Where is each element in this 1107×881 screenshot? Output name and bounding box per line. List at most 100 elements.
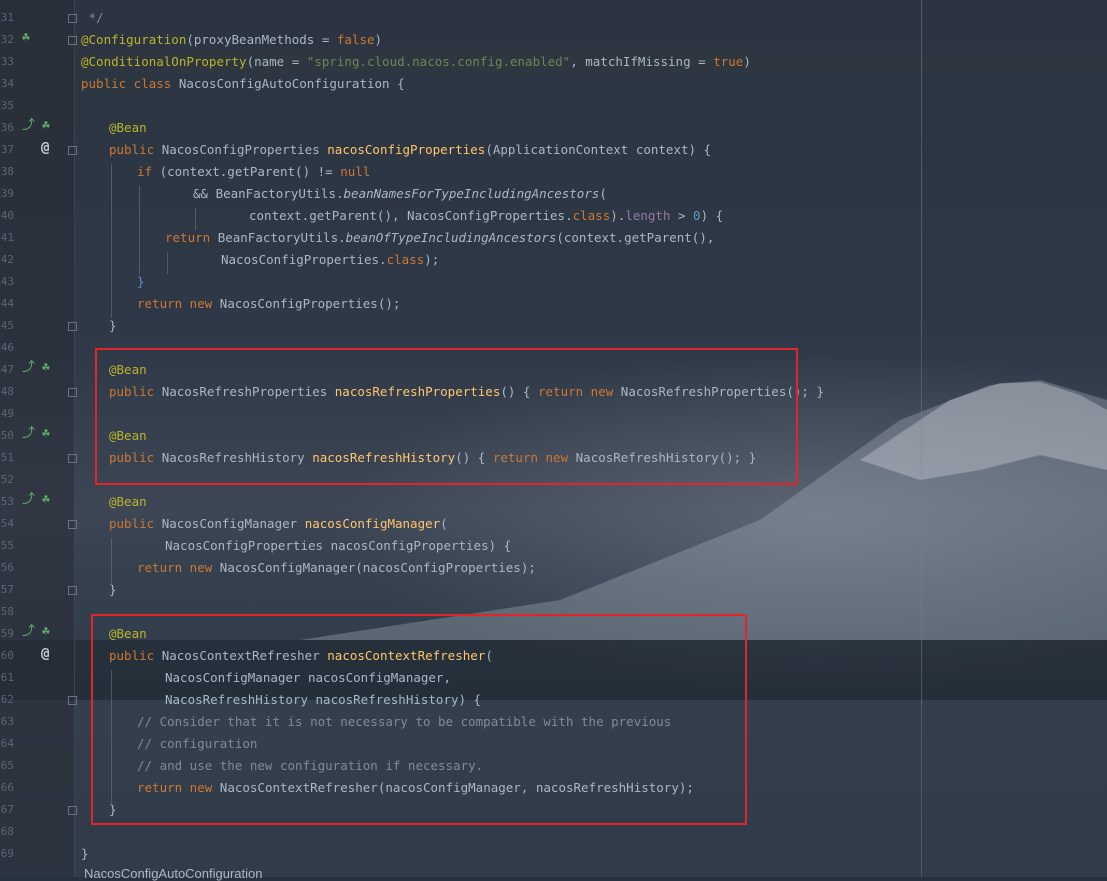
string-literal: "spring.cloud.nacos.config.enabled"	[306, 54, 571, 69]
method-call: beanOfTypeIncludingAncestors	[345, 230, 557, 245]
code-line[interactable]: @Bean	[109, 117, 147, 139]
code-line[interactable]: @ConditionalOnProperty(name = "spring.cl…	[81, 51, 751, 73]
line-number: 34	[0, 77, 14, 90]
indent-guide	[167, 252, 168, 274]
fold-marker[interactable]	[68, 806, 77, 815]
line-number: 39	[0, 187, 14, 200]
code-line[interactable]: if (context.getParent() != null	[137, 161, 370, 183]
keyword: public	[109, 516, 162, 531]
highlight-box	[91, 614, 747, 825]
line-number: 50	[0, 429, 14, 442]
line-number: 38	[0, 165, 14, 178]
indent-guide	[111, 538, 112, 584]
spring-bean-icon[interactable]: ☘	[42, 360, 50, 376]
code-text: ).	[610, 208, 626, 223]
keyword: if	[137, 164, 160, 179]
code-line[interactable]: public NacosConfigManager nacosConfigMan…	[109, 513, 448, 535]
line-number: 63	[0, 715, 14, 728]
highlight-box	[95, 348, 798, 485]
line-number: 46	[0, 341, 14, 354]
at-sign-icon[interactable]: @	[41, 140, 49, 156]
code-line[interactable]: return new NacosConfigProperties();	[137, 293, 400, 315]
right-margin-guide	[921, 0, 922, 877]
fold-marker[interactable]	[68, 520, 77, 529]
code-line[interactable]: public NacosConfigProperties nacosConfig…	[109, 139, 711, 161]
code-line[interactable]: }	[109, 315, 117, 337]
keyword: false	[336, 32, 375, 47]
breadcrumb[interactable]: NacosConfigAutoConfiguration	[84, 866, 263, 881]
type-name: NacosConfigManager	[161, 516, 305, 531]
navigate-up-icon[interactable]: ⤴	[22, 624, 35, 640]
line-number: 60	[0, 649, 14, 662]
code-line[interactable]: }	[109, 579, 117, 601]
navigate-up-icon[interactable]: ⤴	[22, 118, 35, 134]
keyword: true	[713, 54, 744, 69]
fold-marker[interactable]	[68, 14, 77, 23]
code-text: (	[440, 516, 448, 531]
keyword: class	[386, 252, 425, 267]
line-number: 55	[0, 539, 14, 552]
line-number: 47	[0, 363, 14, 376]
code-line[interactable]: }	[81, 843, 89, 865]
spring-bean-icon[interactable]: ☘	[22, 30, 30, 46]
code-text: ) {	[700, 208, 724, 223]
fold-marker[interactable]	[68, 586, 77, 595]
code-line[interactable]: public class NacosConfigAutoConfiguratio…	[81, 73, 405, 95]
code-line[interactable]: NacosConfigProperties nacosConfigPropert…	[165, 535, 511, 557]
keyword: return new	[137, 560, 220, 575]
line-number: 53	[0, 495, 14, 508]
code-text: (name =	[246, 54, 307, 69]
code-line[interactable]: return new NacosConfigManager(nacosConfi…	[137, 557, 536, 579]
number-literal: 0	[693, 208, 701, 223]
line-number: 69	[0, 847, 14, 860]
spring-bean-icon[interactable]: ☘	[42, 492, 50, 508]
code-text: )	[374, 32, 383, 47]
code-line[interactable]: */	[81, 7, 104, 29]
line-number: 35	[0, 99, 14, 112]
navigate-up-icon[interactable]: ⤴	[22, 492, 35, 508]
code-text: (	[599, 186, 607, 201]
code-line[interactable]: }	[137, 271, 145, 293]
spring-bean-icon[interactable]: ☘	[42, 426, 50, 442]
line-number: 44	[0, 297, 14, 310]
line-number: 49	[0, 407, 14, 420]
code-line[interactable]: @Configuration(proxyBeanMethods = false)	[81, 29, 382, 51]
keyword: public class	[81, 76, 179, 91]
fold-marker[interactable]	[68, 696, 77, 705]
indent-guide	[111, 164, 112, 318]
code-text: (proxyBeanMethods =	[186, 32, 337, 47]
annotation: @ConditionalOnProperty	[81, 54, 247, 69]
code-line[interactable]: NacosConfigProperties.class);	[221, 249, 439, 271]
fold-marker[interactable]	[68, 388, 77, 397]
line-number: 32	[0, 33, 14, 46]
navigate-up-icon[interactable]: ⤴	[22, 360, 35, 376]
navigate-up-icon[interactable]: ⤴	[22, 426, 35, 442]
line-number: 64	[0, 737, 14, 750]
code-text: );	[424, 252, 440, 267]
code-text: , matchIfMissing =	[570, 54, 714, 69]
keyword: public	[109, 142, 162, 157]
code-line[interactable]: context.getParent(), NacosConfigProperti…	[249, 205, 723, 227]
method-name: nacosConfigManager	[304, 516, 441, 531]
line-number: 58	[0, 605, 14, 618]
line-number: 66	[0, 781, 14, 794]
code-line[interactable]: @Bean	[109, 491, 147, 513]
line-number: 31	[0, 11, 14, 24]
code-line[interactable]: return BeanFactoryUtils.beanOfTypeInclud…	[165, 227, 714, 249]
code-line[interactable]: && BeanFactoryUtils.beanNamesForTypeIncl…	[193, 183, 607, 205]
code-text: BeanFactoryUtils.	[217, 230, 346, 245]
line-number: 43	[0, 275, 14, 288]
fold-marker[interactable]	[68, 36, 77, 45]
annotation: @Configuration	[81, 32, 187, 47]
at-sign-icon[interactable]: @	[41, 646, 49, 662]
code-text: NacosConfigProperties.	[221, 252, 387, 267]
code-text: context.getParent(), NacosConfigProperti…	[249, 208, 573, 223]
spring-bean-icon[interactable]: ☘	[42, 118, 50, 134]
spring-bean-icon[interactable]: ☘	[42, 624, 50, 640]
fold-marker[interactable]	[68, 322, 77, 331]
fold-marker[interactable]	[68, 146, 77, 155]
code-text: >	[670, 208, 694, 223]
code-text: NacosConfigProperties();	[219, 296, 401, 311]
line-number: 65	[0, 759, 14, 772]
fold-marker[interactable]	[68, 454, 77, 463]
